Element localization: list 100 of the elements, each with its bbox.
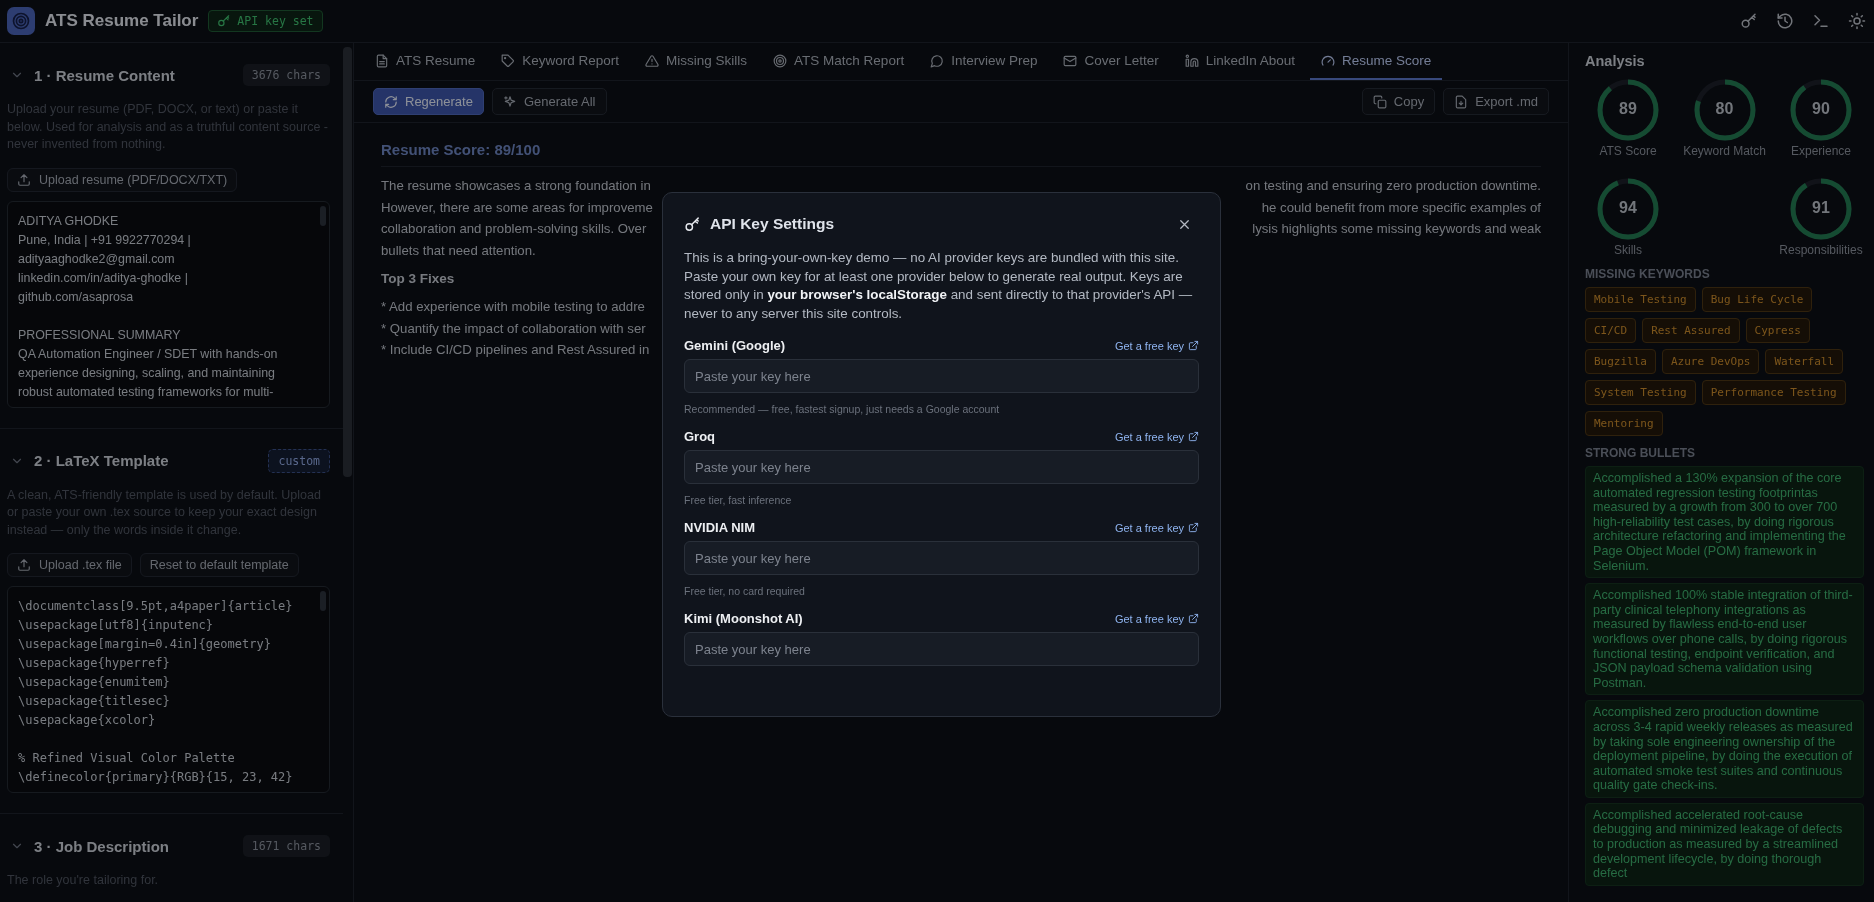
list-item-text: * Add experience with mobile testing to addre <box>381 298 645 316</box>
document-heading: Resume Score: 89/100 <box>381 141 542 158</box>
dialog-title: API Key Settings <box>710 215 836 233</box>
tab[interactable]: Interview Prep <box>919 43 1049 80</box>
bullet-card: Accomplished 100% stable integration of third-party clinical telephony integrations as measured by flawless end-to-end user workflows over phone calls, by doing rigorous functional testing, endpoint verification, and JSON payload schema validation using Postman. <box>1585 583 1864 696</box>
tab[interactable]: Missing Skills <box>634 43 759 80</box>
score-value: 91 <box>1811 199 1831 217</box>
api-key-input[interactable]: Paste your key here <box>684 632 1199 667</box>
bullet-card: Accomplished a 130% expansion of the core automated regression testing footprintas measured by a growth from 300 to over 700 high-reliability test cases, by doing rigorous architecture refactoring and implementing the Page Object Model (POM) framework in Selenium. <box>1585 466 1864 579</box>
warning-icon <box>645 53 660 68</box>
copy-icon <box>1372 94 1387 109</box>
score-value: 94 <box>1618 199 1638 217</box>
regenerate-button[interactable]: Regenerate <box>373 88 484 115</box>
api-status-badge: API key set <box>208 10 323 32</box>
keyword-tag: Mentoring <box>1585 411 1663 436</box>
copy-button[interactable]: Copy <box>1361 88 1436 115</box>
external-link-icon <box>1188 340 1199 352</box>
app-logo-icon <box>7 7 35 35</box>
char-count-badge: 3676 chars <box>242 64 330 86</box>
keyword-tag: Bugzilla <box>1585 349 1656 374</box>
bullet-card: Accomplished zero production downtime across 3-4 rapid weekly releases as measured by taking sole engineering ownership of the deployment pipeline, by doing the execution of automated smoke test suites and continuous quality gate check-ins. <box>1585 700 1864 798</box>
external-link-icon <box>1188 431 1199 443</box>
hint-text: Recommended — free, fastest signup, just needs a Google account <box>684 403 1001 416</box>
export-button[interactable]: Export .md <box>1443 88 1549 115</box>
document-icon <box>375 53 389 68</box>
refresh-icon <box>384 94 398 109</box>
paragraph-text: The resume showcases a strong foundation in <box>381 177 651 195</box>
list-item-text: * Include CI/CD pipelines and Rest Assured in <box>381 341 650 359</box>
section-heading: Top 3 Fixes <box>381 271 455 286</box>
list-item-text: * Quantify the impact of collaboration with ser <box>381 319 646 338</box>
upload-button[interactable]: Upload resume (PDF/DOCX/TXT) <box>7 167 238 192</box>
get-key-link[interactable]: Get a free key <box>1114 430 1199 443</box>
score-label: ATS Score <box>1599 144 1657 158</box>
gauge-icon <box>1321 53 1336 68</box>
keyword-tag: Cypress <box>1745 318 1810 343</box>
app-title: ATS Resume Tailor <box>45 11 199 31</box>
score-label: Skills <box>1614 243 1642 257</box>
paragraph-text: lysis highlights some missing keywords and weak <box>1252 220 1541 238</box>
tab[interactable]: ATS Resume <box>364 43 487 80</box>
char-count-badge: 1671 chars <box>242 835 330 857</box>
paragraph-text: bullets that need attention. <box>381 241 536 260</box>
dialog-description: This is a bring-your-own-key demo — no AI provider keys are bundled with this site. Paste your own key for at least one provider below to generate real output. Keys are stored only in your browser's localStorage and sent directly to that provider's API — never to any server this site controls. <box>684 249 1194 323</box>
keyword-tag: Bug Life Cycle <box>1701 287 1813 312</box>
tab[interactable]: LinkedIn About <box>1173 43 1307 80</box>
get-key-link[interactable]: Get a free key <box>1114 521 1199 534</box>
api-key-input[interactable]: Paste your key here <box>684 541 1199 576</box>
upload-icon <box>17 172 31 187</box>
generate-all-button[interactable]: Generate All <box>491 88 607 115</box>
download-icon <box>1454 94 1469 109</box>
key-icon[interactable] <box>1740 12 1758 30</box>
provider-label: Groq <box>684 429 716 445</box>
keyword-tag: Performance Testing <box>1701 380 1846 405</box>
provider-label: Kimi (Moonshot AI) <box>684 611 803 627</box>
letters-in-icon <box>1184 53 1199 68</box>
paragraph-text: However, there are some areas for improveme <box>381 198 653 217</box>
score-value: 90 <box>1811 100 1831 118</box>
key-icon <box>684 215 701 233</box>
paragraph-text: he could benefit from more specific examples of <box>1261 198 1541 217</box>
mail-icon <box>1063 53 1078 68</box>
terminal-icon[interactable] <box>1812 12 1830 30</box>
target-icon <box>773 53 788 68</box>
api-key-input[interactable]: Paste your key here <box>684 450 1199 485</box>
keyword-tag: System Testing <box>1585 380 1696 405</box>
tag-icon <box>501 53 516 68</box>
section-title[interactable]: 3 · Job Description <box>34 837 233 855</box>
text-area[interactable]: ADITYA GHODKE Pune, India | +91 9922770294 | adityaaghodke2@gmail.com linkedin.com/in/aditya-ghodke | github.com/asaprosa PROFESSIONAL SUMMARY QA Automation Engineer / SDET with hands-on experience designing, scaling, and maintaining robust automated testing frameworks for multi- <box>7 200 330 408</box>
paragraph-text: collaboration and problem-solving skills. Over <box>381 220 647 238</box>
upload-button[interactable]: Upload .tex file <box>7 553 132 577</box>
keyword-tag: Waterfall <box>1765 349 1844 374</box>
sun-icon[interactable] <box>1848 12 1866 30</box>
template-badge: custom <box>268 448 330 473</box>
get-key-link[interactable]: Get a free key <box>1114 612 1199 625</box>
bullet-card: Accomplished accelerated root-cause debugging and minimized leakage of defects to production as measured by a streamlined development lifecycle, by doing thorough defect <box>1585 802 1864 886</box>
section-label: MISSING KEYWORDS <box>1585 267 1711 281</box>
paragraph-text: on testing and ensuring zero production downtime. <box>1245 177 1541 195</box>
tab[interactable]: Resume Score <box>1310 43 1443 80</box>
score-value: 80 <box>1714 100 1735 118</box>
sparkle-icon <box>502 94 517 109</box>
get-key-link[interactable]: Get a free key <box>1114 339 1199 352</box>
external-link-icon <box>1188 613 1199 625</box>
keyword-tag: CI/CD <box>1585 318 1637 343</box>
code-editor[interactable]: \documentclass[9.5pt,a4paper]{article} \usepackage[utf8]{inputenc} \usepackage[margin=0.4in]{geometry} \usepackage{hyperref} \usepackage{enumitem} \usepackage{titlesec} \usepackage{xcolor} % Refined Visual Color Palette \definecolor{primary}{RGB}{15, 23, 42} <box>7 586 330 793</box>
reset-button[interactable]: Reset to default template <box>139 553 299 577</box>
key-icon <box>217 14 232 28</box>
history-icon[interactable] <box>1776 12 1794 30</box>
score-label: Keyword Match <box>1683 144 1766 158</box>
section-title[interactable]: 1 · Resume Content <box>34 66 233 84</box>
score-value: 89 <box>1618 100 1638 118</box>
provider-label: NVIDIA NIM <box>684 520 756 536</box>
tab[interactable]: Keyword Report <box>490 43 631 80</box>
section-title[interactable]: 2 · LaTeX Template <box>34 452 259 469</box>
api-key-input[interactable]: Paste your key here <box>684 359 1199 394</box>
hint-text: Free tier, fast inference <box>684 494 793 507</box>
tab[interactable]: Cover Letter <box>1052 43 1170 80</box>
section-label: STRONG BULLETS <box>1585 446 1696 460</box>
score-label: Responsibilities <box>1779 243 1863 257</box>
tab[interactable]: ATS Match Report <box>762 43 916 80</box>
provider-label: Gemini (Google) <box>684 338 786 354</box>
score-label: Experience <box>1790 144 1851 158</box>
chat-bubble-icon <box>930 53 945 68</box>
